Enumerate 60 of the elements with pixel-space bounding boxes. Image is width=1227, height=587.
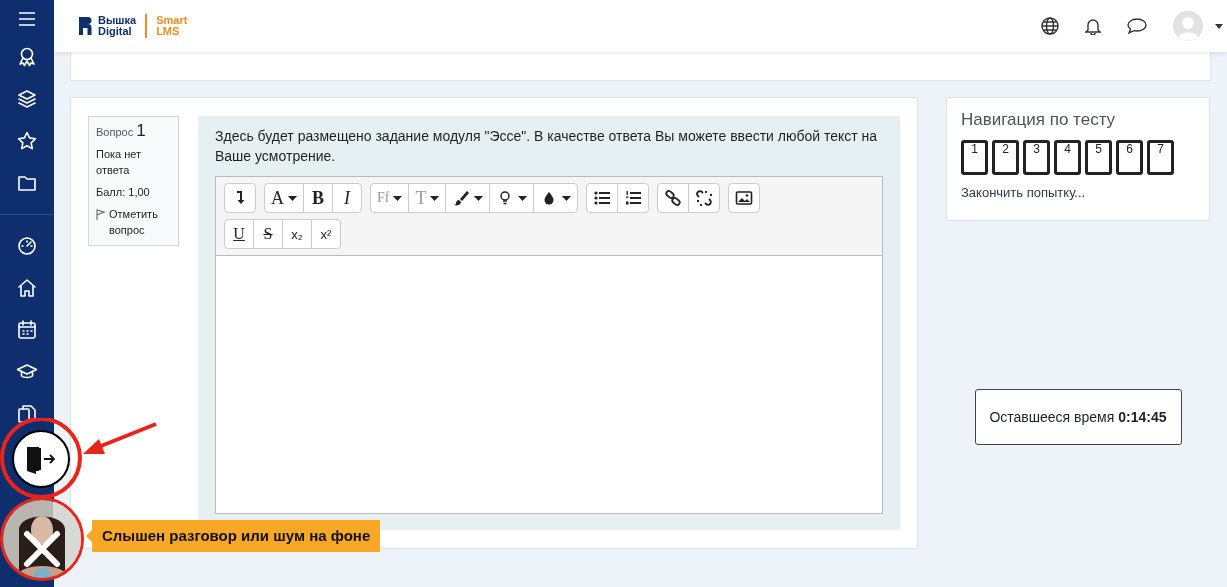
question-text: Здесь будет размещено задание модуля "Эссе". В качестве ответа Вы можете ввести любой текст на Ваше усмотрение. [215, 127, 879, 166]
toolbar-button[interactable] [489, 183, 535, 213]
toolbar-button[interactable]: I [332, 183, 362, 213]
question-nav-button[interactable]: 3 [1023, 140, 1050, 175]
question-nav-button[interactable]: 5 [1085, 140, 1112, 175]
bell-icon[interactable] [1085, 17, 1101, 35]
toolbar-button[interactable]: S [253, 219, 283, 249]
question-grade: Балл: 1,00 [96, 185, 151, 200]
logo-mark-icon [78, 16, 92, 36]
brush-icon [452, 189, 471, 207]
calendar-icon[interactable] [16, 319, 38, 341]
copy-icon[interactable] [16, 403, 38, 425]
toolbar-button[interactable] [533, 183, 579, 213]
toolbar-button[interactable]: A [264, 183, 304, 213]
toolbar-button[interactable]: B [303, 183, 333, 213]
timer-box: Оставшееся время 0:14:45 [974, 389, 1182, 445]
logo-text: Вышка [98, 15, 137, 26]
toolbar-button[interactable] [617, 183, 650, 213]
product-name: Smart [156, 15, 188, 26]
toolbar-button[interactable] [224, 183, 256, 213]
link-icon [664, 189, 683, 207]
finish-attempt-link[interactable]: Закончить попытку... [961, 185, 1195, 200]
caret-icon[interactable] [1215, 23, 1223, 29]
question-nav-button[interactable]: 7 [1147, 140, 1174, 175]
toolbar-button[interactable] [657, 183, 690, 213]
product-name: LMS [156, 26, 181, 37]
toolbar-button[interactable] [586, 183, 619, 213]
answer-field[interactable] [216, 256, 882, 513]
flag-question-link[interactable]: Отметить вопрос [109, 206, 171, 238]
bullets-icon [593, 189, 612, 207]
toolbar-button[interactable]: x₂ [282, 219, 312, 249]
question-number: 1 [136, 123, 146, 139]
toolbar-button[interactable] [445, 183, 491, 213]
logo[interactable]: Вышка Digital Smart LMS [78, 14, 188, 38]
logo-text: Digital [98, 26, 133, 37]
question-nav-button[interactable]: 2 [992, 140, 1019, 175]
question-nav-button[interactable]: 4 [1054, 140, 1081, 175]
layers-icon[interactable] [16, 88, 38, 110]
question-nav-button[interactable]: 1 [961, 140, 988, 175]
globe-icon[interactable] [1041, 17, 1059, 35]
home-icon[interactable] [16, 277, 38, 299]
toolbar-button[interactable]: U [224, 219, 254, 249]
award-icon[interactable] [16, 46, 38, 68]
toolbar-button[interactable]: x² [311, 219, 341, 249]
question-nav-button[interactable]: 6 [1116, 140, 1143, 175]
question-label: Вопрос [96, 125, 134, 140]
question-status: Пока нет ответа [96, 147, 143, 178]
alert-tooltip: Слышен разговор или шум на фоне [86, 520, 381, 552]
chat-icon[interactable] [1127, 17, 1147, 35]
gauge-icon[interactable] [16, 235, 38, 257]
flag-icon[interactable] [96, 209, 105, 220]
menu-icon[interactable] [19, 12, 35, 26]
numbers-icon [624, 189, 643, 207]
toolbar-button[interactable] [688, 183, 721, 213]
unlink-icon [695, 189, 714, 207]
panel-title: Навигация по тесту [961, 110, 1117, 130]
image-icon [735, 189, 754, 207]
star-icon[interactable] [16, 130, 38, 152]
toolbar-button[interactable] [728, 183, 761, 213]
exit-door-icon [25, 444, 57, 474]
